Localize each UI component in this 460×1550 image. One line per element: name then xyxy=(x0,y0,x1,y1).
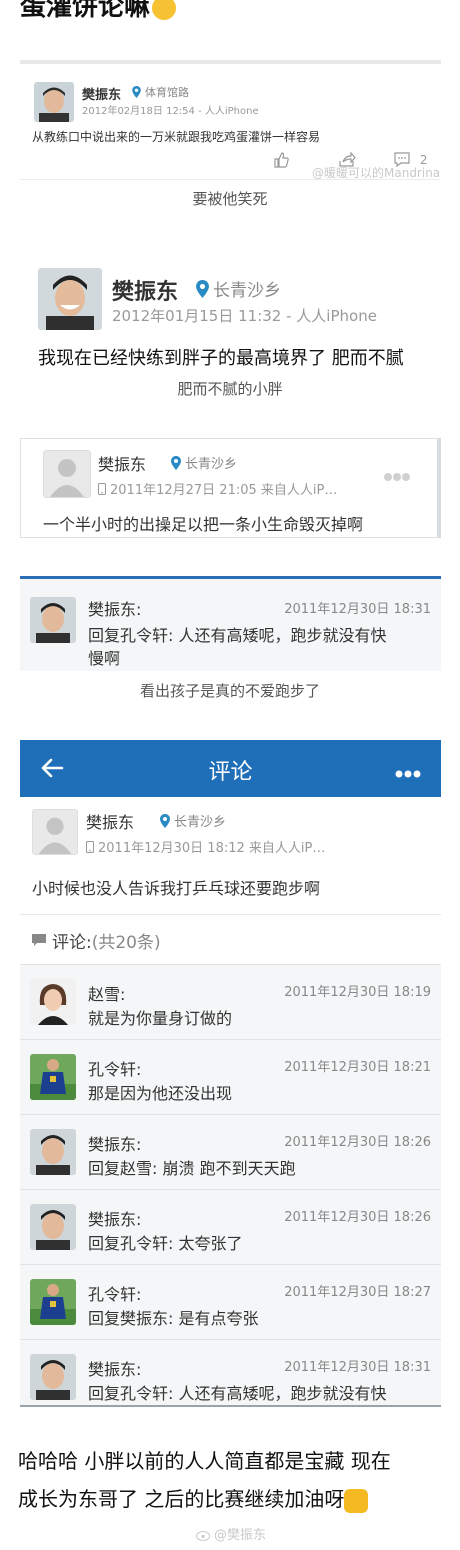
commenter-name[interactable]: 樊振东: xyxy=(88,1356,141,1380)
location-pin-icon xyxy=(160,814,170,828)
comment-text: 回复赵雪: 崩溃 跑不到天天跑 xyxy=(88,1159,296,1178)
avatar[interactable] xyxy=(30,1129,76,1175)
avatar[interactable] xyxy=(30,1204,76,1250)
user-name[interactable]: 樊振东 xyxy=(112,274,178,306)
comment-bubble-icon xyxy=(32,932,46,951)
post-meta-text: 2011年12月30日 18:12 来自人人iP… xyxy=(98,841,326,856)
default-avatar-icon[interactable] xyxy=(43,450,91,498)
footer-text-line-1: 哈哈哈 小胖以前的人人简直都是宝藏 现在 xyxy=(18,1449,391,1473)
comment-row[interactable]: 樊振东: 2011年12月30日 18:26 回复赵雪: 崩溃 跑不到天天跑 xyxy=(20,1115,441,1190)
watermark-footer: @樊振东 xyxy=(196,1524,266,1543)
laughing-emoji-icon xyxy=(152,0,177,20)
timestamp: 2011年12月30日 18:26 xyxy=(284,1135,431,1150)
comment-text-line-1: 回复孔令轩: 人还有高矮呢，跑步就没有快 xyxy=(88,626,387,645)
default-avatar-icon[interactable] xyxy=(32,809,78,855)
weibo-icon xyxy=(196,1531,210,1541)
footer-text-line-2-text: 成长为东哥了 之后的比赛继续加油呀 xyxy=(18,1487,345,1511)
comment-text: 回复孔令轩: 人还有高矮呢，跑步就没有快 xyxy=(88,1384,387,1403)
phone-icon xyxy=(86,841,94,853)
location-pin-icon xyxy=(171,456,181,470)
comment-total: (共20条) xyxy=(91,933,161,953)
commenter-name[interactable]: 樊振东: xyxy=(88,1206,141,1230)
timestamp: 2011年12月30日 18:31 xyxy=(284,1360,431,1375)
comment-row[interactable]: 孔令轩: 2011年12月30日 18:21 那是因为他还没出现 xyxy=(20,1040,441,1115)
comment-text: 就是为你量身订做的 xyxy=(88,1009,233,1028)
timestamp: 2011年12月30日 18:19 xyxy=(284,985,431,1000)
avatar[interactable] xyxy=(30,1279,76,1325)
comment-text: 回复樊振东: 是有点夸张 xyxy=(88,1309,259,1328)
avatar[interactable] xyxy=(30,1054,76,1100)
user-name[interactable]: 樊振东 xyxy=(86,809,134,833)
avatar[interactable] xyxy=(30,1354,76,1400)
timestamp: 2011年12月30日 18:26 xyxy=(284,1210,431,1225)
avatar[interactable] xyxy=(30,979,76,1025)
post-text: 我现在已经快练到胖子的最高境界了 肥而不腻 xyxy=(38,348,404,369)
caption-1: 要被他笑死 xyxy=(192,190,268,208)
comment-text: 那是因为他还没出现 xyxy=(88,1084,233,1103)
header-title: 评论 xyxy=(208,760,253,785)
more-options-icon[interactable] xyxy=(394,764,422,783)
comment-row[interactable]: 孔令轩: 2011年12月30日 18:27 回复樊振东: 是有点夸张 xyxy=(20,1265,441,1340)
location-tag: 体育馆路 xyxy=(132,84,189,100)
timestamp: 2011年12月30日 18:27 xyxy=(284,1285,431,1300)
location-text: 长青沙乡 xyxy=(185,457,238,472)
timestamp: 2011年12月30日 18:21 xyxy=(284,1060,431,1075)
screenshot-post-1: 樊振东 体育馆路 2012年02月18日 12:54 - 人人iPhone 从教… xyxy=(20,60,441,180)
timestamp: 2011年12月30日 18:31 xyxy=(284,602,431,617)
comment-row[interactable]: 赵雪: 2011年12月30日 18:19 就是为你量身订做的 xyxy=(20,965,441,1040)
comment-row[interactable]: 樊振东: 2011年12月30日 18:26 回复孔令轩: 太夸张了 xyxy=(20,1190,441,1265)
location-tag: 长青沙乡 xyxy=(196,276,281,301)
post-meta: 2012年01月15日 11:32 - 人人iPhone xyxy=(112,307,377,325)
comment-label: 评论:(共20条) xyxy=(52,928,161,953)
location-pin-icon xyxy=(196,280,209,298)
post-text: 一个半小时的出操足以把一条小生命毁灭掉啊 xyxy=(43,515,364,534)
post-title-text: 蛋灌饼论嘛 xyxy=(20,0,151,22)
caption-2: 肥而不腻的小胖 xyxy=(177,380,283,398)
post-meta: 2012年02月18日 12:54 - 人人iPhone xyxy=(82,106,259,117)
comment-label-text: 评论: xyxy=(52,933,92,953)
user-name[interactable]: 樊振东 xyxy=(82,84,121,103)
location-tag: 长青沙乡 xyxy=(160,811,226,830)
post-meta: 2011年12月27日 21:05 来自人人iP… xyxy=(98,479,337,498)
screenshot-post-3: 樊振东 长青沙乡 2011年12月27日 21:05 来自人人iP… 一个半小时… xyxy=(20,438,441,538)
user-name[interactable]: 樊振东 xyxy=(98,451,146,475)
avatar[interactable] xyxy=(30,597,76,643)
comment-row[interactable]: 樊振东: 2011年12月30日 18:31 回复孔令轩: 人还有高矮呢，跑步就没有… xyxy=(20,1340,441,1405)
avatar[interactable] xyxy=(38,268,102,330)
screenshot-post-2: 樊振东 长青沙乡 2012年01月15日 11:32 - 人人iPhone xyxy=(20,262,441,342)
footer-text-line-2: 成长为东哥了 之后的比赛继续加油呀 xyxy=(18,1483,369,1513)
avatar[interactable] xyxy=(34,82,74,122)
thumbs-up-icon xyxy=(274,152,289,168)
location-tag: 长青沙乡 xyxy=(171,453,237,472)
location-text: 长青沙乡 xyxy=(174,815,227,830)
app-header: 评论 xyxy=(20,740,441,797)
post-meta: 2011年12月30日 18:12 来自人人iP… xyxy=(86,837,325,856)
caption-3: 看出孩子是真的不爱跑步了 xyxy=(139,682,320,700)
screenshot-comment-4: 樊振东: 2011年12月30日 18:31 回复孔令轩: 人还有高矮呢，跑步就… xyxy=(20,576,441,671)
location-pin-icon xyxy=(132,86,141,98)
fist-emoji-icon xyxy=(344,1488,369,1513)
user-name[interactable]: 樊振东: xyxy=(88,596,141,620)
phone-icon xyxy=(98,483,106,495)
post-text: 小时候也没人告诉我打乒乓球还要跑步啊 xyxy=(32,879,321,898)
comment-list: 赵雪: 2011年12月30日 18:19 就是为你量身订做的孔令轩: 2011年12… xyxy=(20,964,441,1407)
like-button[interactable] xyxy=(273,152,289,171)
location-text: 长青沙乡 xyxy=(213,281,281,301)
comment-count-bar: 评论:(共20条) xyxy=(20,916,441,964)
watermark-text: @樊振东 xyxy=(214,1528,267,1543)
commenter-name[interactable]: 赵雪: xyxy=(88,981,125,1005)
commenter-name[interactable]: 樊振东: xyxy=(88,1131,141,1155)
post-title: 蛋灌饼论嘛 xyxy=(20,0,177,23)
post-meta-text: 2011年12月27日 21:05 来自人人iP… xyxy=(110,483,338,498)
more-options-icon[interactable] xyxy=(383,467,411,486)
watermark: @暖暖可以的Mandrina xyxy=(312,166,441,180)
commenter-name[interactable]: 孔令轩: xyxy=(88,1056,141,1080)
location-text: 体育馆路 xyxy=(145,86,189,99)
comment-text-line-2: 慢啊 xyxy=(88,649,121,668)
original-post: 樊振东 长青沙乡 2011年12月30日 18:12 来自人人iP… 小时候也没… xyxy=(20,797,441,915)
commenter-name[interactable]: 孔令轩: xyxy=(88,1281,141,1305)
comment-text: 回复孔令轩: 太夸张了 xyxy=(88,1234,243,1253)
post-text: 从教练口中说出来的一万米就跟我吃鸡蛋灌饼一样容易 xyxy=(32,130,321,144)
